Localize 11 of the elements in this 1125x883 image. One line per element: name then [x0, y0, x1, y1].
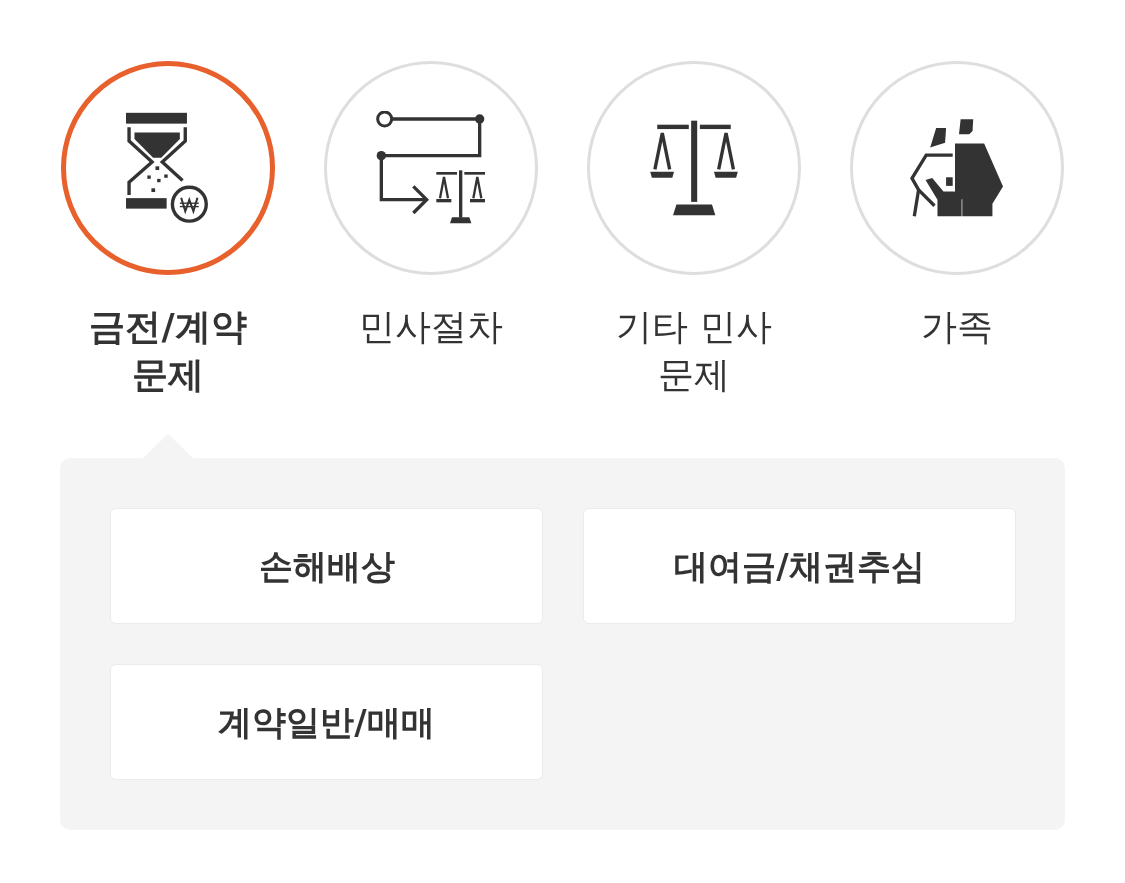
category-tab[interactable]: 금전/계약 문제	[61, 61, 275, 399]
subcategory-button[interactable]: 대여금/채권추심	[583, 508, 1016, 624]
category-tab[interactable]: 가족	[850, 61, 1064, 399]
category-tab[interactable]: 기타 민사 문제	[587, 61, 801, 399]
subcategory-button[interactable]: 손해배상	[110, 508, 543, 624]
family-icon	[909, 118, 1005, 218]
category-tab[interactable]: 민사절차	[324, 61, 538, 399]
hourglass-coin-icon	[125, 112, 211, 224]
scales-icon	[649, 120, 739, 216]
flow-path-scales-icon	[374, 111, 488, 225]
subcategory-button[interactable]: 계약일반/매매	[110, 664, 543, 780]
